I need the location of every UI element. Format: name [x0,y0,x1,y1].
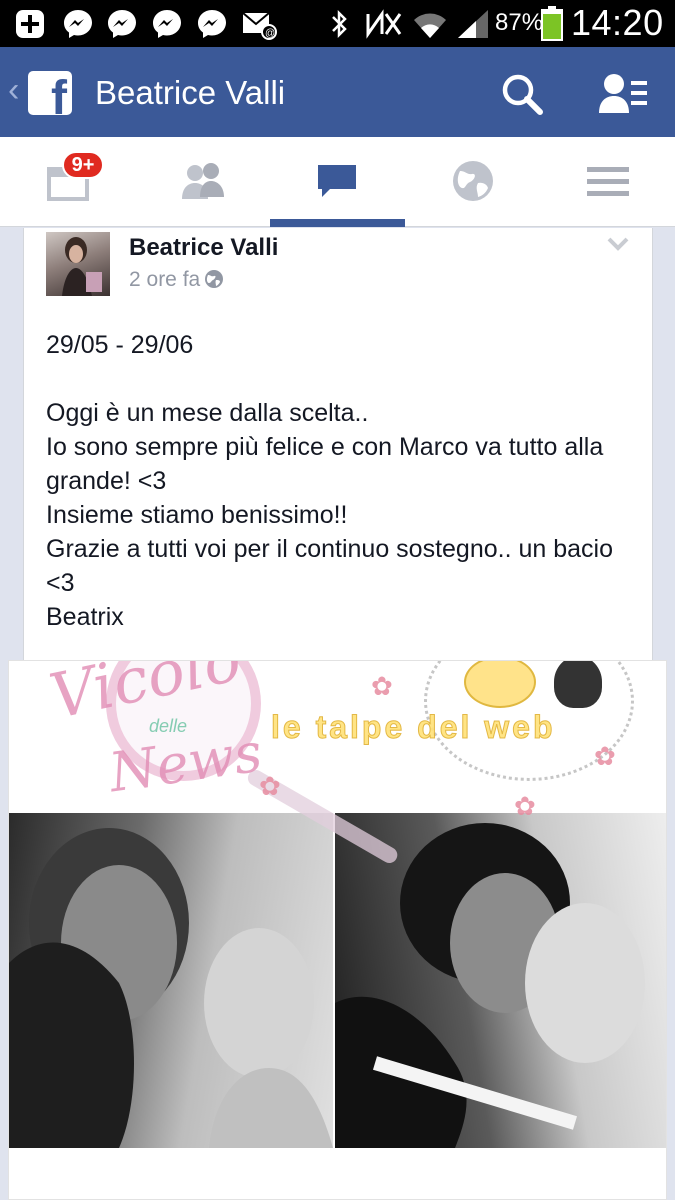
tab-messages[interactable] [270,137,405,227]
tab-news-feed[interactable]: 9+ [0,137,135,227]
search-button[interactable] [497,69,547,119]
email-notification-icon: @ [241,8,277,40]
notification-badge: 9+ [62,151,104,179]
active-tab-indicator [270,219,405,227]
post-body: 29/05 - 29/06 Oggi è un mese dalla scelt… [46,328,626,634]
post-options-button[interactable] [606,234,630,254]
svg-text:@: @ [265,28,275,39]
battery-percent: 87% [495,9,544,36]
search-icon [502,74,543,115]
messenger-notification-icon [106,8,138,40]
facebook-logo-icon[interactable]: f [28,71,72,115]
photo-right-panel [335,813,666,1148]
post-author[interactable]: Beatrice Valli [129,234,278,262]
page-title: Beatrice Valli [95,74,286,111]
tab-friend-requests[interactable] [135,137,270,227]
app-header: ‹ f Beatrice Valli [0,47,675,137]
wifi-icon [412,8,446,40]
photo-left-panel [9,813,333,1148]
person-list-icon [599,74,647,113]
globe-icon [453,161,493,201]
paw-print-icon: ✿ [514,791,536,821]
paw-print-icon: ✿ [371,671,393,701]
friends-icon [182,163,224,199]
avatar[interactable] [46,232,110,296]
post-photo[interactable]: Vicolo delle News le talpe del web ✿ ✿ ✿… [8,660,667,1200]
post-date-line: 29/05 - 29/06 [46,331,194,359]
messenger-notification-icon [196,8,228,40]
tab-more[interactable] [540,137,675,227]
clock: 14:20 [571,2,664,43]
paw-print-icon: ✿ [594,741,616,771]
tab-notifications[interactable] [405,137,540,227]
battery-icon [540,6,572,41]
watermark-cartoon-girl-icon [554,661,602,708]
public-globe-icon [205,270,224,288]
tab-bar: 9+ [0,137,675,227]
post-message: Oggi è un mese dalla scelta.. Io sono se… [46,399,613,631]
chevron-down-icon [607,237,629,251]
status-bar: @ 87% 14:20 [0,0,675,47]
add-notification-icon [14,8,46,40]
messenger-notification-icon [151,8,183,40]
watermark-talpe-del-web: le talpe del web [271,709,556,746]
nfc-icon [364,8,402,40]
back-chevron-icon[interactable]: ‹ [8,73,19,107]
post-timestamp[interactable]: 2 ore fa [129,268,224,292]
friend-list-button[interactable] [597,69,647,119]
menu-icon [587,167,629,196]
chat-bubble-icon [318,165,356,197]
paw-print-icon: ✿ [259,771,281,801]
signal-icon [456,8,488,40]
bluetooth-icon [326,8,358,40]
timestamp-text: 2 ore fa [129,268,201,291]
messenger-notification-icon [62,8,94,40]
